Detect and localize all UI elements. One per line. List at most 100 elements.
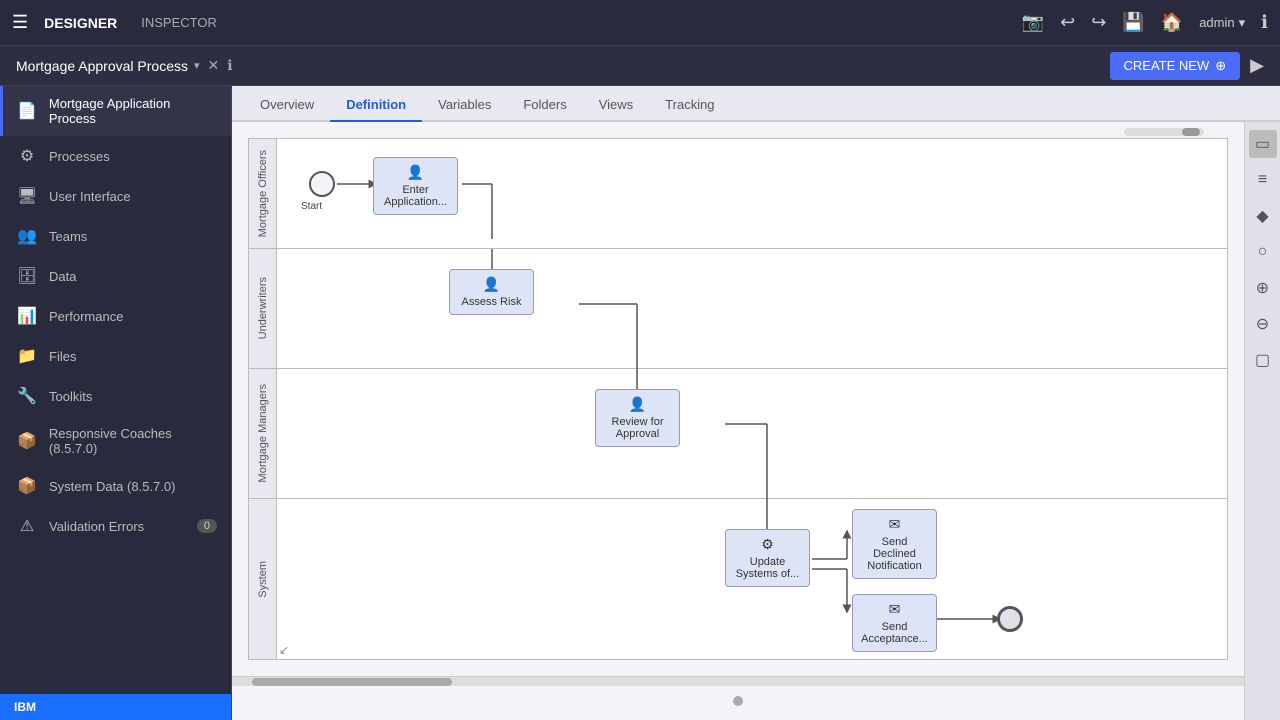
task-icon-enter-app: 👤 (382, 164, 449, 181)
process-title-text: Mortgage Approval Process (16, 58, 188, 74)
task-icon-assess-risk: 👤 (458, 276, 525, 293)
sidebar-item-responsive-coaches[interactable]: 📦 Responsive Coaches (8.5.7.0) (0, 416, 231, 466)
swimlane-container[interactable]: Mortgage Officers (232, 122, 1244, 720)
gear-icon: ⚙ (17, 146, 37, 166)
task-icon-acceptance: ✉ (861, 601, 928, 618)
screenshot-button[interactable]: 📷 (1022, 12, 1044, 33)
task-update-systems[interactable]: ⚙ Update Systems of... (725, 529, 810, 587)
task-icon-review: 👤 (604, 396, 671, 413)
sidebar-item-system-data[interactable]: 📦 System Data (8.5.7.0) (0, 466, 231, 506)
sidebar-item-label: Teams (49, 229, 87, 244)
undo-button[interactable]: ↩ (1060, 12, 1075, 33)
sidebar-item-label: Toolkits (49, 389, 92, 404)
swimlane-label-col-system: System (249, 499, 277, 659)
swimlane-row-mortgage-officers: Mortgage Officers (249, 139, 1227, 249)
toolbar-fit-button[interactable]: ▢ (1249, 346, 1277, 374)
menu-icon[interactable]: ☰ (12, 12, 28, 33)
tab-tracking[interactable]: Tracking (649, 89, 730, 122)
process-title-chevron[interactable]: ▾ (194, 59, 200, 72)
topbar-actions: 📷 ↩ ↪ 💾 🏠 admin ▾ ℹ (1022, 12, 1268, 33)
teams-icon: 👥 (17, 226, 37, 246)
toolkits-icon: 🔧 (17, 386, 37, 406)
diagram-scroll-bottom-left[interactable]: ↙ (279, 643, 289, 657)
admin-menu[interactable]: admin ▾ (1199, 15, 1245, 31)
admin-chevron: ▾ (1239, 15, 1246, 31)
bottom-scrollbar-thumb (252, 678, 452, 686)
create-new-button[interactable]: CREATE NEW ⊕ (1110, 52, 1241, 80)
sidebar-item-label: Mortgage Application Process (49, 96, 217, 126)
swimlane-content-mortgage-officers: Start 👤 Enter Application... (277, 139, 1227, 248)
sidebar-item-files[interactable]: 📁 Files (0, 336, 231, 376)
ibm-footer: IBM (0, 694, 231, 720)
swimlane-label-col-mortgage-managers: Mortgage Managers (249, 369, 277, 498)
subbar: Mortgage Approval Process ▾ ✕ ℹ CREATE N… (0, 46, 1280, 86)
sidebar-item-mortgage-app[interactable]: 📄 Mortgage Application Process (0, 86, 231, 136)
play-button[interactable]: ▶ (1250, 55, 1264, 76)
tab-folders[interactable]: Folders (507, 89, 582, 122)
performance-icon: 📊 (17, 306, 37, 326)
create-new-label: CREATE NEW (1124, 58, 1210, 73)
toolbar-shape-button[interactable]: ◆ (1249, 202, 1277, 230)
sidebar-item-label: Files (49, 349, 76, 364)
swimlane-row-underwriters: Underwriters (249, 249, 1227, 369)
sidebar-item-label: Processes (49, 149, 110, 164)
sidebar-item-processes[interactable]: ⚙ Processes (0, 136, 231, 176)
task-enter-application[interactable]: 👤 Enter Application... (373, 157, 458, 215)
sidebar-item-teams[interactable]: 👥 Teams (0, 216, 231, 256)
swimlane-content-underwriters: 👤 Assess Risk (277, 249, 1227, 368)
create-new-icon: ⊕ (1215, 58, 1226, 74)
tabs-bar: Overview Definition Variables Folders Vi… (232, 86, 1280, 122)
toolbar-swimlane-button[interactable]: ≡ (1249, 166, 1277, 194)
arrows-svg-managers (277, 369, 1227, 498)
tab-definition[interactable]: Definition (330, 89, 422, 122)
end-node[interactable] (997, 606, 1023, 632)
topbar: ☰ DESIGNER INSPECTOR 📷 ↩ ↪ 💾 🏠 admin ▾ ℹ (0, 0, 1280, 46)
task-review-approval[interactable]: 👤 Review for Approval (595, 389, 680, 447)
deploy-button[interactable]: 🏠 (1161, 12, 1183, 33)
task-icon-update: ⚙ (734, 536, 801, 553)
swimlanes-wrapper: Mortgage Officers (248, 138, 1228, 660)
files-icon: 📁 (17, 346, 37, 366)
data-icon: 🗄 (17, 266, 37, 286)
swimlane-row-system: System (249, 499, 1227, 659)
main-layout: 📄 Mortgage Application Process ⚙ Process… (0, 86, 1280, 720)
swimlane-label-underwriters: Underwriters (257, 277, 269, 339)
inspector-label[interactable]: INSPECTOR (141, 15, 217, 30)
sidebar-item-data[interactable]: 🗄 Data (0, 256, 231, 296)
start-label: Start (301, 201, 322, 212)
start-node[interactable] (309, 171, 335, 197)
task-send-acceptance[interactable]: ✉ Send Acceptance... (852, 594, 937, 652)
redo-button[interactable]: ↪ (1091, 12, 1106, 33)
topbar-info-icon[interactable]: ℹ (1261, 12, 1268, 33)
swimlane-label-col-mortgage-officers: Mortgage Officers (249, 139, 277, 248)
save-button[interactable]: 💾 (1122, 12, 1144, 33)
process-info-button[interactable]: ℹ (227, 57, 232, 74)
sidebar: 📄 Mortgage Application Process ⚙ Process… (0, 86, 232, 720)
sidebar-item-user-interface[interactable]: 🖥 User Interface (0, 176, 231, 216)
sidebar-item-label: Data (49, 269, 76, 284)
bottom-scrollbar[interactable] (232, 676, 1244, 686)
admin-label: admin (1199, 15, 1234, 30)
validation-errors-badge: 0 (197, 519, 217, 533)
task-icon-declined: ✉ (861, 516, 928, 533)
tab-overview[interactable]: Overview (244, 89, 330, 122)
subbar-icons: ✕ ℹ (208, 57, 233, 74)
toolbar-zoom-in-button[interactable]: ⊕ (1249, 274, 1277, 302)
toolbar-flow-button[interactable]: ○ (1249, 238, 1277, 266)
sidebar-item-label: User Interface (49, 189, 131, 204)
task-assess-risk[interactable]: 👤 Assess Risk (449, 269, 534, 315)
monitor-icon: 🖥 (17, 186, 37, 206)
sidebar-item-validation-errors[interactable]: ⚠ Validation Errors 0 (0, 506, 231, 546)
sidebar-item-performance[interactable]: 📊 Performance (0, 296, 231, 336)
tab-views[interactable]: Views (583, 89, 649, 122)
toolbar-select-button[interactable]: ▭ (1249, 130, 1277, 158)
task-send-declined[interactable]: ✉ Send Declined Notification (852, 509, 937, 579)
toolbar-zoom-out-button[interactable]: ⊖ (1249, 310, 1277, 338)
sidebar-item-toolkits[interactable]: 🔧 Toolkits (0, 376, 231, 416)
swimlane-label-system: System (257, 561, 269, 598)
close-process-button[interactable]: ✕ (208, 57, 220, 74)
sidebar-item-label: System Data (8.5.7.0) (49, 479, 175, 494)
tab-variables[interactable]: Variables (422, 89, 507, 122)
system-data-icon: 📦 (17, 476, 37, 496)
scroll-thumb (1182, 128, 1200, 136)
